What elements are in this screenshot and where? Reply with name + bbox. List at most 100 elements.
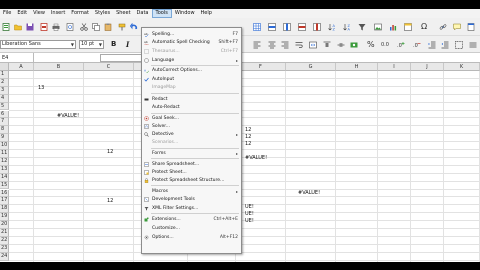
- menu-file[interactable]: File: [0, 9, 14, 18]
- open-folder-icon[interactable]: [14, 23, 22, 31]
- name-box[interactable]: E4: [0, 53, 34, 63]
- row-header[interactable]: 16: [0, 189, 9, 198]
- border-style-icon[interactable]: [469, 41, 477, 49]
- insert-chart-icon[interactable]: [389, 23, 397, 31]
- currency-format-icon[interactable]: [350, 41, 358, 49]
- row-header[interactable]: 21: [0, 229, 9, 237]
- insert-column-icon[interactable]: [283, 23, 291, 31]
- align-right-icon[interactable]: [281, 41, 289, 49]
- column-header[interactable]: B: [34, 63, 84, 71]
- select-all-corner[interactable]: [0, 63, 9, 71]
- sort-descending-icon[interactable]: ZA: [343, 23, 351, 31]
- increase-indent-icon[interactable]: [428, 41, 436, 49]
- menu-item-development-tools[interactable]: Development Tools: [142, 196, 241, 203]
- column-header[interactable]: J: [411, 63, 444, 71]
- cell-c19[interactable]: 12: [107, 198, 113, 205]
- delete-column-icon[interactable]: [313, 23, 321, 31]
- menu-item-extensions[interactable]: Extensions... Ctrl+Alt+E: [142, 216, 241, 223]
- row-header[interactable]: 17: [0, 197, 9, 206]
- row-header[interactable]: 20: [0, 221, 9, 229]
- bold-button[interactable]: B: [111, 40, 116, 48]
- menu-view[interactable]: View: [30, 9, 48, 18]
- undo-icon[interactable]: [130, 23, 138, 31]
- formula-input[interactable]: [100, 54, 142, 62]
- cell-e9[interactable]: 12: [245, 134, 251, 141]
- hyperlink-icon[interactable]: [439, 23, 447, 31]
- delete-row-icon[interactable]: [298, 23, 306, 31]
- row-header[interactable]: 10: [0, 142, 9, 150]
- menu-edit[interactable]: Edit: [14, 9, 30, 18]
- table-grid-icon[interactable]: [253, 23, 261, 31]
- cell-e19[interactable]: UE!: [245, 204, 254, 211]
- add-decimal-icon[interactable]: .0: [397, 41, 405, 49]
- font-name-box[interactable]: Liberation Sans ▼: [0, 40, 76, 49]
- row-header[interactable]: 4: [0, 94, 9, 103]
- insert-image-icon[interactable]: [374, 23, 382, 31]
- menu-tools[interactable]: Tools: [151, 9, 172, 18]
- cell-e20[interactable]: UE!: [245, 211, 254, 218]
- headers-footers-icon[interactable]: [467, 23, 475, 31]
- new-document-icon[interactable]: [2, 23, 10, 31]
- paste-icon[interactable]: [104, 23, 112, 31]
- row-header[interactable]: 23: [0, 244, 9, 253]
- menu-window[interactable]: Window: [172, 9, 198, 18]
- menu-item-share-spreadsheet[interactable]: Share Spreadsheet...: [142, 161, 241, 168]
- pdf-export-icon[interactable]: [40, 23, 48, 31]
- cell-e12[interactable]: #VALUE!: [245, 155, 267, 162]
- insert-row-icon[interactable]: [268, 23, 276, 31]
- decrease-indent-icon[interactable]: [441, 41, 449, 49]
- menu-item-protect-structure[interactable]: Protect Spreadsheet Structure...: [142, 177, 241, 184]
- row-header[interactable]: 12: [0, 157, 9, 166]
- copy-icon[interactable]: [92, 23, 100, 31]
- cell-e8[interactable]: 12: [245, 127, 251, 134]
- cell-c11[interactable]: 12: [107, 149, 113, 156]
- menu-item-protect-sheet[interactable]: Protect Sheet...: [142, 169, 241, 176]
- row-header[interactable]: 15: [0, 181, 9, 190]
- autofilter-icon[interactable]: [358, 23, 366, 31]
- print-preview-icon[interactable]: [66, 23, 74, 31]
- wrap-text-icon[interactable]: [295, 41, 303, 49]
- print-icon[interactable]: [52, 23, 60, 31]
- merge-cells-icon[interactable]: [309, 41, 317, 49]
- align-center-icon[interactable]: [268, 41, 276, 49]
- row-header[interactable]: 14: [0, 173, 9, 182]
- row-header[interactable]: 18: [0, 205, 9, 214]
- cell-a1[interactable]: 13: [38, 85, 44, 92]
- menu-item-language[interactable]: Language ▸: [142, 57, 241, 64]
- number-format-button[interactable]: 0.0: [381, 42, 389, 48]
- font-size-box[interactable]: 10 pt ▼: [79, 40, 104, 49]
- row-header[interactable]: 5: [0, 102, 9, 111]
- column-header[interactable]: K: [444, 63, 480, 71]
- menu-item-xml-filter-settings[interactable]: XML Filter Settings...: [142, 205, 241, 212]
- pivot-table-icon[interactable]: [404, 23, 412, 31]
- row-header[interactable]: 6: [0, 110, 9, 119]
- row-header[interactable]: 2: [0, 78, 9, 87]
- column-header[interactable]: F: [236, 63, 286, 71]
- special-character-icon[interactable]: Ω: [421, 22, 427, 31]
- row-header[interactable]: 1: [0, 71, 9, 79]
- menu-item-auto-spellcheck[interactable]: ab Automatic Spell Checking Shift+F7: [142, 39, 241, 46]
- row-header[interactable]: 7: [0, 118, 9, 127]
- italic-button[interactable]: I: [126, 40, 129, 49]
- menu-data[interactable]: Data: [134, 9, 152, 18]
- menu-item-autocorrect-options[interactable]: A AutoCorrect Options...: [142, 67, 241, 74]
- row-header[interactable]: 24: [0, 252, 9, 261]
- menu-item-solver[interactable]: Solver...: [142, 123, 241, 130]
- cell-e21[interactable]: UE!: [245, 218, 254, 225]
- menu-item-auto-redact[interactable]: Auto-Redact: [142, 104, 241, 111]
- row-header[interactable]: 11: [0, 150, 9, 158]
- menu-item-autoinput[interactable]: AutoInput: [142, 76, 241, 83]
- menu-item-imagemap[interactable]: ImageMap: [142, 84, 241, 91]
- cell-b5[interactable]: #VALUE!: [57, 113, 79, 120]
- row-header[interactable]: 3: [0, 86, 9, 95]
- row-header[interactable]: 8: [0, 126, 9, 135]
- delete-decimal-icon[interactable]: .0: [413, 41, 421, 49]
- row-header[interactable]: 9: [0, 134, 9, 143]
- menu-item-goal-seek[interactable]: Goal Seek...: [142, 115, 241, 122]
- cell-h18[interactable]: #VALUE!: [298, 190, 320, 197]
- clone-formatting-icon[interactable]: [118, 23, 126, 31]
- cut-icon[interactable]: [80, 23, 88, 31]
- cell-e10[interactable]: 12: [245, 141, 251, 148]
- menu-insert[interactable]: Insert: [48, 9, 68, 18]
- menu-sheet[interactable]: Sheet: [113, 9, 133, 18]
